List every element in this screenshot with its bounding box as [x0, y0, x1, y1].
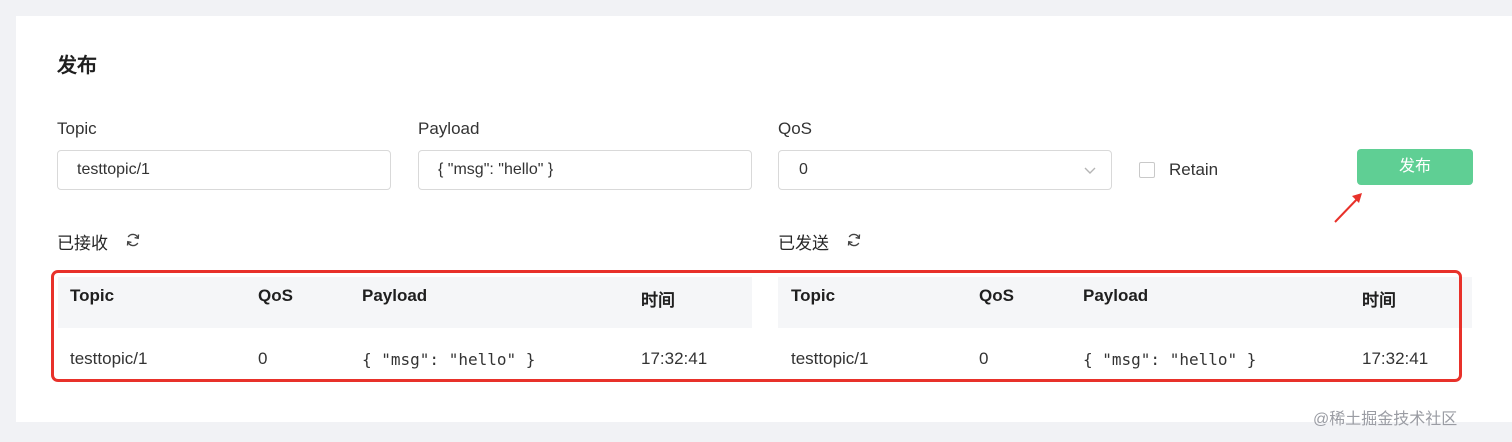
sent-label: 已发送 — [778, 234, 829, 253]
qos-label: QoS — [778, 119, 813, 138]
received-label: 已接收 — [57, 234, 108, 253]
publish-button[interactable]: 发布 — [1357, 149, 1473, 185]
watermark: @稀土掘金技术社区 — [1313, 411, 1458, 428]
qos-select-value: 0 — [799, 161, 808, 178]
annotation-highlight-frame — [51, 270, 1462, 382]
payload-input[interactable] — [418, 150, 752, 190]
refresh-sent-icon[interactable] — [846, 232, 862, 248]
annotation-arrow-icon — [1334, 193, 1362, 223]
payload-label: Payload — [418, 119, 480, 138]
topic-label: Topic — [57, 119, 97, 138]
retain-checkbox[interactable] — [1139, 162, 1155, 178]
chevron-down-icon — [1084, 167, 1096, 174]
retain-label: Retain — [1169, 160, 1219, 179]
page-title: 发布 — [57, 55, 97, 77]
refresh-received-icon[interactable] — [125, 232, 141, 248]
qos-select[interactable]: 0 — [778, 150, 1112, 190]
topic-input[interactable] — [57, 150, 391, 190]
